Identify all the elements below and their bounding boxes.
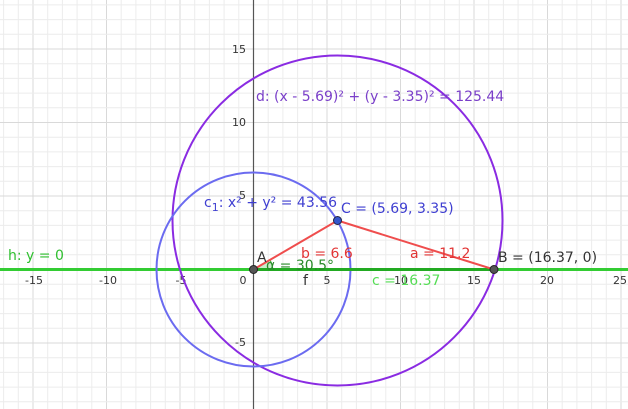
label-segment-a: a = 11.2 bbox=[410, 246, 470, 262]
label-line-h: h: y = 0 bbox=[8, 248, 64, 264]
label-point-b: B = (16.37, 0) bbox=[498, 250, 597, 266]
point-c[interactable] bbox=[333, 216, 342, 225]
x-tick-label: -10 bbox=[99, 274, 117, 287]
x-tick-label: -15 bbox=[25, 274, 43, 287]
label-circle-c1-prefix: c bbox=[204, 195, 212, 211]
label-circle-c1-sub: 1 bbox=[212, 201, 219, 214]
x-tick-label: 0 bbox=[240, 274, 247, 287]
x-tick-label: 5 bbox=[324, 274, 331, 287]
x-tick-label: 15 bbox=[467, 274, 481, 287]
point-a[interactable] bbox=[249, 265, 258, 274]
segment-a[interactable] bbox=[337, 219, 495, 271]
label-segment-f: f bbox=[303, 273, 309, 289]
label-segment-c: c = 16.37 bbox=[372, 273, 440, 289]
label-circle-d: d: (x - 5.69)² + (y - 3.35)² = 125.44 bbox=[256, 89, 504, 105]
label-angle-alpha: α = 30.5° bbox=[266, 258, 334, 274]
y-tick-label: -5 bbox=[235, 336, 246, 349]
x-tick-label: 20 bbox=[540, 274, 554, 287]
label-point-c: C = (5.69, 3.35) bbox=[341, 201, 454, 217]
x-tick-label: 25 bbox=[613, 274, 627, 287]
graphics-view[interactable]: -15 -10 -5 0 5 10 15 20 25 15 10 5 -5 h:… bbox=[0, 0, 628, 409]
y-tick-label: 10 bbox=[232, 116, 246, 129]
point-b[interactable] bbox=[489, 265, 499, 274]
y-tick-label: 15 bbox=[232, 43, 246, 56]
label-circle-c1-rest: : x² + y² = 43.56 bbox=[219, 195, 337, 211]
